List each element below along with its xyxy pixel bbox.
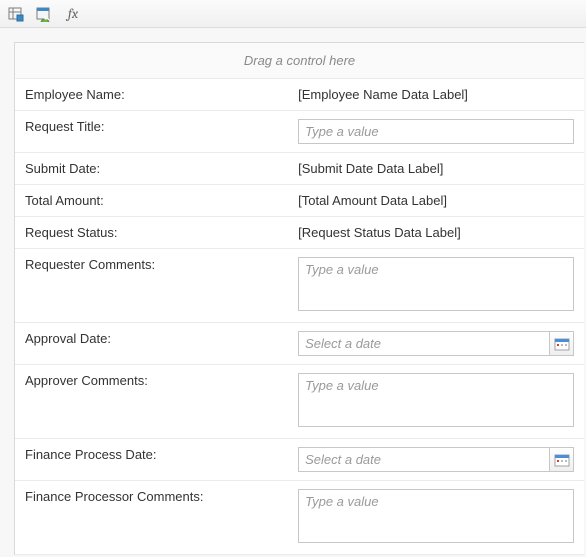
field-label: Approval Date: bbox=[15, 323, 288, 365]
multiline-input[interactable] bbox=[298, 373, 574, 427]
multiline-input[interactable] bbox=[298, 489, 574, 543]
drop-hint[interactable]: Drag a control here bbox=[15, 43, 584, 79]
form-table: Employee Name: [Employee Name Data Label]… bbox=[15, 79, 584, 555]
design-canvas: Drag a control here Employee Name: [Emplo… bbox=[14, 42, 584, 555]
design-canvas-wrap: Drag a control here Employee Name: [Emplo… bbox=[0, 28, 586, 557]
field-control-cell bbox=[288, 323, 584, 365]
field-label: Total Amount: bbox=[15, 185, 288, 217]
field-control-cell bbox=[288, 365, 584, 439]
multiline-input[interactable] bbox=[298, 257, 574, 311]
form-row: Finance Processor Comments: bbox=[15, 481, 584, 555]
form-row: Requester Comments: bbox=[15, 249, 584, 323]
field-control-cell: [Employee Name Data Label] bbox=[288, 79, 584, 111]
data-label[interactable]: [Total Amount Data Label] bbox=[298, 193, 447, 208]
field-label: Finance Processor Comments: bbox=[15, 481, 288, 555]
fx-label: fx bbox=[68, 5, 78, 22]
date-input[interactable] bbox=[299, 448, 549, 471]
field-label: Employee Name: bbox=[15, 79, 288, 111]
field-control-cell bbox=[288, 481, 584, 555]
field-label: Request Title: bbox=[15, 111, 288, 153]
field-label: Submit Date: bbox=[15, 153, 288, 185]
date-picker bbox=[298, 331, 574, 356]
calendar-icon[interactable] bbox=[549, 332, 573, 355]
date-picker bbox=[298, 447, 574, 472]
field-control-cell: [Request Status Data Label] bbox=[288, 217, 584, 249]
form-row: Approval Date: bbox=[15, 323, 584, 365]
field-control-cell bbox=[288, 249, 584, 323]
form-row: Request Title: bbox=[15, 111, 584, 153]
designer-tool-2-icon[interactable] bbox=[34, 4, 54, 24]
field-control-cell bbox=[288, 111, 584, 153]
form-row: Finance Process Date: bbox=[15, 439, 584, 481]
calendar-icon[interactable] bbox=[549, 448, 573, 471]
field-control-cell: [Submit Date Data Label] bbox=[288, 153, 584, 185]
field-label: Request Status: bbox=[15, 217, 288, 249]
field-control-cell: [Total Amount Data Label] bbox=[288, 185, 584, 217]
data-label[interactable]: [Submit Date Data Label] bbox=[298, 161, 443, 176]
data-label[interactable]: [Request Status Data Label] bbox=[298, 225, 461, 240]
form-row: Approver Comments: bbox=[15, 365, 584, 439]
designer-tool-1-icon[interactable] bbox=[6, 4, 26, 24]
field-label: Approver Comments: bbox=[15, 365, 288, 439]
date-input[interactable] bbox=[299, 332, 549, 355]
form-row: Employee Name: [Employee Name Data Label] bbox=[15, 79, 584, 111]
field-label: Requester Comments: bbox=[15, 249, 288, 323]
fx-button[interactable]: fx bbox=[62, 4, 82, 24]
form-row: Request Status: [Request Status Data Labe… bbox=[15, 217, 584, 249]
data-label[interactable]: [Employee Name Data Label] bbox=[298, 87, 468, 102]
field-label: Finance Process Date: bbox=[15, 439, 288, 481]
text-input[interactable] bbox=[298, 119, 574, 144]
field-control-cell bbox=[288, 439, 584, 481]
form-row: Total Amount: [Total Amount Data Label] bbox=[15, 185, 584, 217]
designer-toolbar: fx bbox=[0, 0, 586, 28]
form-row: Submit Date: [Submit Date Data Label] bbox=[15, 153, 584, 185]
